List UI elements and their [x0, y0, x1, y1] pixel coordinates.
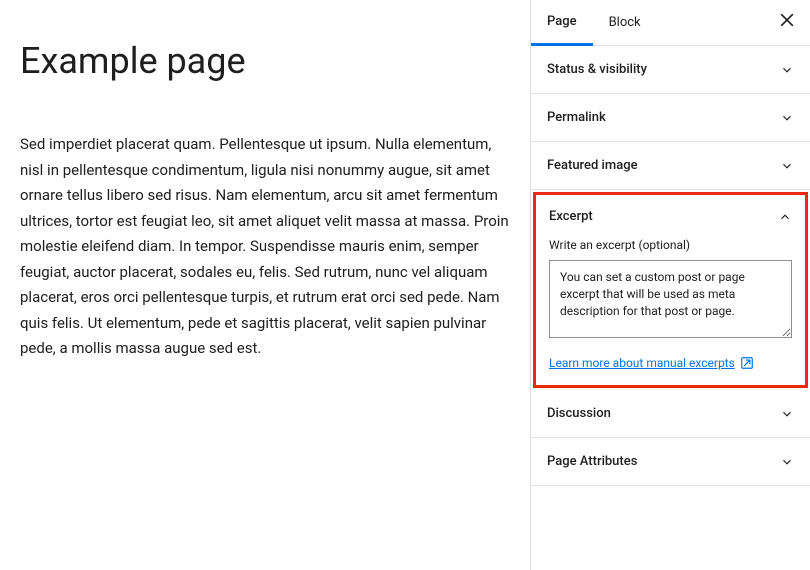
learn-more-text: Learn more about manual excerpts — [549, 356, 735, 370]
panel-permalink-header[interactable]: Permalink — [531, 94, 810, 141]
panel-excerpt-body: Write an excerpt (optional) Learn more a… — [536, 238, 805, 385]
chevron-up-icon — [778, 210, 792, 224]
page-title[interactable]: Example page — [20, 40, 510, 82]
panel-permalink-title: Permalink — [547, 110, 606, 125]
chevron-down-icon — [780, 455, 794, 469]
panel-featured-image-title: Featured image — [547, 158, 638, 173]
excerpt-label: Write an excerpt (optional) — [549, 238, 792, 252]
panel-status-title: Status & visibility — [547, 62, 647, 77]
close-sidebar-button[interactable] — [764, 0, 810, 46]
chevron-down-icon — [780, 407, 794, 421]
tab-block[interactable]: Block — [593, 0, 657, 46]
settings-sidebar: Page Block Status & visibility Permalink… — [530, 0, 810, 570]
panel-discussion-header[interactable]: Discussion — [531, 390, 810, 437]
panel-featured-image: Featured image — [531, 142, 810, 190]
excerpt-textarea[interactable] — [549, 260, 792, 338]
panel-status: Status & visibility — [531, 46, 810, 94]
panel-page-attributes: Page Attributes — [531, 438, 810, 486]
tab-page[interactable]: Page — [531, 0, 593, 46]
panel-excerpt-header[interactable]: Excerpt — [536, 195, 805, 238]
panel-excerpt-title: Excerpt — [549, 209, 593, 224]
panel-discussion-title: Discussion — [547, 406, 611, 421]
panel-page-attributes-title: Page Attributes — [547, 454, 637, 469]
chevron-down-icon — [780, 63, 794, 77]
chevron-down-icon — [780, 159, 794, 173]
close-icon — [777, 10, 797, 35]
chevron-down-icon — [780, 111, 794, 125]
external-link-icon — [740, 356, 754, 370]
sidebar-tabs: Page Block — [531, 0, 810, 46]
panel-page-attributes-header[interactable]: Page Attributes — [531, 438, 810, 485]
panel-discussion: Discussion — [531, 390, 810, 438]
panel-excerpt: Excerpt Write an excerpt (optional) Lear… — [533, 192, 808, 388]
panel-permalink: Permalink — [531, 94, 810, 142]
learn-more-link[interactable]: Learn more about manual excerpts — [549, 356, 754, 370]
panel-featured-image-header[interactable]: Featured image — [531, 142, 810, 189]
editor-main: Example page Sed imperdiet placerat quam… — [0, 0, 530, 570]
panel-status-header[interactable]: Status & visibility — [531, 46, 810, 93]
page-content[interactable]: Sed imperdiet placerat quam. Pellentesqu… — [20, 132, 510, 362]
